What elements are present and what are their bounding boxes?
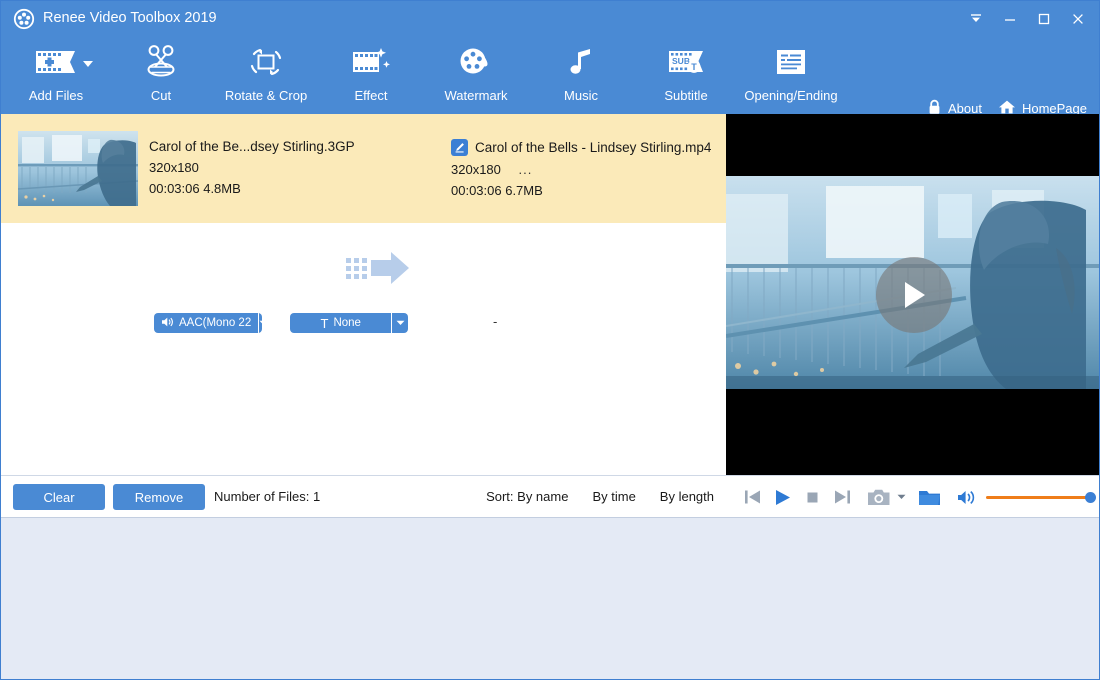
main-toolbar: Add Files Cut — [1, 37, 1100, 114]
subtitle-track-selector[interactable]: T None — [290, 313, 408, 333]
toolbar-label: Rotate & Crop — [225, 88, 307, 103]
music-note-icon — [565, 41, 597, 83]
maximize-button[interactable] — [1027, 5, 1061, 33]
mute-button[interactable] — [952, 482, 982, 512]
sort-by-length[interactable]: By length — [660, 489, 714, 504]
collapse-button[interactable] — [959, 5, 993, 33]
settings-panel: Merge all files into one Enable GPU Acce… — [1, 517, 1100, 680]
destination-resolution: 320x180 — [451, 162, 501, 177]
title-bar: Renee Video Toolbox 2019 — [1, 1, 1100, 37]
toolbar-label: Music — [564, 88, 598, 103]
source-resolution: 320x180 — [149, 160, 355, 175]
video-thumbnail — [18, 131, 138, 206]
toolbar-item-music[interactable]: Music — [526, 41, 636, 103]
toolbar-label: Subtitle — [664, 88, 707, 103]
opening-ending-icon — [772, 41, 810, 83]
remove-button[interactable]: Remove — [113, 484, 205, 510]
stop-button[interactable] — [797, 482, 827, 512]
toolbar-label: Cut — [151, 88, 171, 103]
add-files-icon — [33, 41, 79, 83]
source-file-info: Carol of the Be...dsey Stirling.3GP 320x… — [149, 139, 355, 196]
previous-button[interactable] — [737, 482, 767, 512]
close-button[interactable] — [1061, 5, 1095, 33]
sort-options: Sort: By name By time By length — [486, 489, 714, 504]
player-controls — [726, 475, 1100, 518]
watermark-icon — [456, 41, 496, 83]
audio-dropdown-arrow[interactable] — [258, 313, 262, 333]
scissors-icon — [140, 41, 182, 83]
minimize-button[interactable] — [993, 5, 1027, 33]
video-preview[interactable] — [726, 114, 1100, 475]
subtitle-t-icon: T — [320, 316, 328, 331]
toolbar-label: Effect — [354, 88, 387, 103]
play-button[interactable] — [767, 482, 797, 512]
destination-file-info: Carol of the Bells - Lindsey Stirling.mp… — [451, 139, 711, 198]
source-file-name: Carol of the Be...dsey Stirling.3GP — [149, 139, 355, 154]
destination-duration-size: 00:03:06 6.7MB — [451, 183, 711, 198]
app-title: Renee Video Toolbox 2019 — [43, 10, 217, 26]
snapshot-button[interactable] — [864, 482, 894, 512]
convert-arrow-icon — [346, 248, 416, 293]
film-sparkle-icon — [350, 41, 392, 83]
svg-text:T: T — [691, 62, 697, 72]
number-of-files-label: Number of Files: 1 — [214, 489, 320, 504]
app-window: Renee Video Toolbox 2019 — [0, 0, 1100, 680]
rotate-crop-icon — [246, 41, 286, 83]
chevron-down-icon[interactable] — [83, 61, 93, 67]
table-row[interactable]: Carol of the Be...dsey Stirling.3GP 320x… — [1, 114, 726, 223]
toolbar-item-opening-ending[interactable]: Opening/Ending — [736, 41, 846, 103]
sort-by-time[interactable]: By time — [592, 489, 635, 504]
toolbar-label: Opening/Ending — [744, 88, 837, 103]
toolbar-label: Watermark — [444, 88, 507, 103]
volume-track — [986, 496, 1094, 499]
subtitle-icon: SUB T — [665, 41, 707, 83]
next-button[interactable] — [827, 482, 857, 512]
play-overlay-icon[interactable] — [876, 257, 952, 333]
pencil-edit-icon[interactable] — [451, 139, 468, 156]
app-header: Renee Video Toolbox 2019 — [1, 1, 1100, 114]
audio-track-selector[interactable]: AAC(Mono 22 — [154, 313, 262, 333]
subtitle-dropdown-arrow[interactable] — [391, 313, 408, 333]
progress-placeholder: - — [493, 314, 497, 329]
toolbar-item-rotate-crop[interactable]: Rotate & Crop — [211, 41, 321, 103]
source-duration-size: 00:03:06 4.8MB — [149, 181, 355, 196]
toolbar-item-cut[interactable]: Cut — [106, 41, 216, 103]
audio-track-label: AAC(Mono 22 — [179, 317, 251, 329]
volume-knob[interactable] — [1085, 492, 1096, 503]
subtitle-track-label: None — [333, 317, 361, 329]
snapshot-dropdown[interactable] — [894, 482, 908, 512]
toolbar-label: Add Files — [29, 88, 83, 103]
row-divider — [1, 306, 726, 307]
toolbar-item-add-files[interactable]: Add Files — [1, 41, 111, 103]
destination-more-dots[interactable]: ... — [519, 162, 533, 177]
speaker-icon — [161, 316, 174, 331]
svg-text:SUB: SUB — [672, 56, 690, 66]
toolbar-item-watermark[interactable]: Watermark — [421, 41, 531, 103]
list-footer-bar: Clear Remove Number of Files: 1 Sort: By… — [1, 475, 726, 518]
window-controls — [959, 1, 1095, 37]
toolbar-item-subtitle[interactable]: SUB T Subtitle — [631, 41, 741, 103]
clear-button[interactable]: Clear — [13, 484, 105, 510]
file-list: Carol of the Be...dsey Stirling.3GP 320x… — [1, 114, 726, 475]
volume-slider[interactable] — [986, 490, 1094, 504]
open-folder-button[interactable] — [914, 482, 944, 512]
destination-file-name: Carol of the Bells - Lindsey Stirling.mp… — [475, 140, 711, 155]
sort-by-name[interactable]: Sort: By name — [486, 489, 568, 504]
film-reel-icon — [13, 8, 35, 30]
toolbar-item-effect[interactable]: Effect — [316, 41, 426, 103]
